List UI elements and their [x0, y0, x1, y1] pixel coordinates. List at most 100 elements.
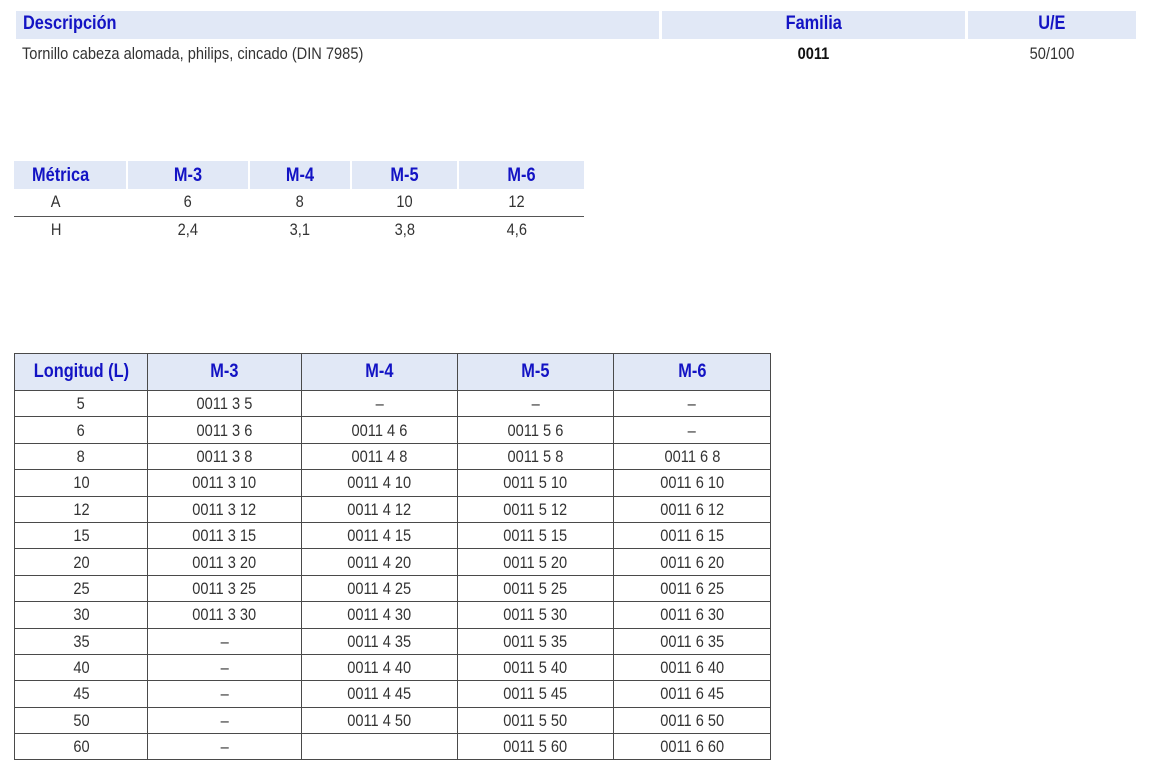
- length-value: 30: [72, 605, 90, 625]
- length-value-cell: 6: [14, 416, 148, 444]
- part-code: 0011 6 10: [660, 473, 724, 493]
- value-ue: 50/100: [1029, 44, 1075, 63]
- part-code-cell: 0011 5 15: [457, 521, 614, 550]
- length-value-cell: 5: [14, 389, 148, 418]
- part-code-cell: 0011 5 30: [457, 601, 614, 629]
- part-code: 0011 4 50: [347, 710, 412, 730]
- part-code-cell: 0011 6 15: [613, 521, 771, 550]
- part-code-cell: 0011 6 20: [613, 548, 771, 576]
- part-code: 0011 5 6: [507, 420, 564, 440]
- lengths-table: Longitud (L) M-3 M-4 M-5 M-6 5 0011 3 5 – –…: [14, 353, 771, 761]
- part-code-cell: –: [147, 706, 302, 735]
- metrics-cell: 4,6: [506, 220, 527, 239]
- part-code-cell: 0011 4 8: [301, 442, 458, 471]
- part-code: 0011 3 25: [192, 578, 257, 598]
- part-code-cell: 0011 4 20: [301, 548, 458, 576]
- part-code: –: [531, 394, 540, 414]
- metrics-cell: 8: [295, 192, 305, 211]
- metrics-header-m6: M-6: [507, 165, 536, 186]
- lengths-header-label: M-6: [677, 361, 707, 382]
- length-value: 12: [72, 499, 90, 519]
- part-code-cell: 0011 6 45: [613, 680, 771, 708]
- length-value-cell: 20: [14, 548, 148, 576]
- table-row: 12 0011 3 12 0011 4 12 0011 5 12 0011 6 12: [14, 495, 771, 523]
- part-code-cell: 0011 5 45: [457, 680, 614, 708]
- part-code-cell: 0011 5 10: [457, 469, 614, 497]
- part-code: –: [220, 684, 229, 704]
- part-code-cell: 0011 6 35: [613, 627, 771, 655]
- part-code: 0011 6 8: [664, 446, 720, 466]
- part-code: 0011 5 30: [503, 605, 568, 625]
- lengths-header-m4: M-4: [301, 353, 458, 391]
- table-row: 6 0011 3 6 0011 4 6 0011 5 6 –: [14, 416, 771, 444]
- part-code-cell: 0011 5 6: [457, 416, 614, 444]
- length-value-cell: 15: [14, 521, 148, 550]
- part-code: –: [220, 737, 229, 757]
- length-value: 40: [72, 658, 90, 678]
- table-row: 10 0011 3 10 0011 4 10 0011 5 10 0011 6 10: [14, 469, 771, 497]
- part-code: 0011 6 12: [660, 499, 724, 519]
- part-code: 0011 5 45: [503, 684, 568, 704]
- length-value: 60: [72, 737, 90, 757]
- part-code-cell: –: [147, 680, 302, 708]
- part-code-cell: 0011 3 8: [147, 442, 302, 471]
- part-code: 0011 5 50: [503, 710, 568, 730]
- part-code-cell: 0011 6 12: [613, 495, 771, 523]
- part-code: 0011 4 20: [347, 552, 412, 572]
- table-row: 45 – 0011 4 45 0011 5 45 0011 6 45: [14, 680, 771, 708]
- metrics-header-cell: M-4: [250, 161, 350, 189]
- length-value-cell: 12: [14, 495, 148, 523]
- lengths-header-m3: M-3: [147, 353, 302, 391]
- part-code-cell: 0011 6 40: [613, 653, 771, 682]
- part-code-cell: 0011 6 50: [613, 706, 771, 735]
- part-code: 0011 4 8: [351, 446, 408, 466]
- part-code: 0011 5 20: [503, 552, 568, 572]
- part-code-cell: –: [147, 653, 302, 682]
- part-code-cell: 0011 5 60: [457, 733, 614, 761]
- table-row: 8 0011 3 8 0011 4 8 0011 5 8 0011 6 8: [14, 442, 771, 471]
- length-value-cell: 8: [14, 442, 148, 471]
- part-code: 0011 6 50: [660, 710, 724, 730]
- lengths-header-row: Longitud (L) M-3 M-4 M-5 M-6: [14, 353, 771, 391]
- length-value-cell: 50: [14, 706, 148, 735]
- part-code: 0011 5 15: [503, 526, 568, 546]
- part-code: 0011 4 12: [347, 499, 412, 519]
- part-code: 0011 6 15: [660, 526, 724, 546]
- part-code: 0011 4 40: [347, 658, 412, 678]
- header-familia: Familia: [785, 13, 842, 34]
- length-value: 6: [76, 420, 86, 440]
- part-code-cell: 0011 4 45: [301, 680, 458, 708]
- length-value: 50: [72, 710, 90, 730]
- metrics-header-metrica: Métrica: [32, 165, 90, 186]
- part-code: 0011 4 35: [347, 631, 412, 651]
- metrics-cell: 2,4: [177, 220, 199, 239]
- part-code: 0011 3 5: [196, 394, 253, 414]
- part-code-cell: –: [613, 416, 771, 444]
- part-code: 0011 3 10: [192, 473, 257, 493]
- length-value-cell: 60: [14, 733, 148, 761]
- part-code-cell: 0011 6 10: [613, 469, 771, 497]
- part-code-cell: 0011 6 60: [613, 733, 771, 761]
- part-code-cell: 0011 4 35: [301, 627, 458, 655]
- length-value-cell: 30: [14, 601, 148, 629]
- table-row: 15 0011 3 15 0011 4 15 0011 5 15 0011 6 15: [14, 521, 771, 550]
- part-code: 0011 6 30: [660, 605, 724, 625]
- part-code-cell: 0011 4 15: [301, 521, 458, 550]
- part-code-cell: 0011 6 30: [613, 601, 771, 629]
- lengths-header-longitud: Longitud (L): [14, 353, 148, 391]
- metrics-header-m5: M-5: [390, 165, 419, 186]
- part-code-cell: 0011 3 6: [147, 416, 302, 444]
- part-code-cell: 0011 5 25: [457, 574, 614, 603]
- part-code-cell: 0011 4 12: [301, 495, 458, 523]
- part-code-cell: 0011 3 5: [147, 389, 302, 418]
- metrics-cell: 3,8: [394, 220, 415, 239]
- metrics-header-cell: M-6: [459, 161, 584, 189]
- part-code: –: [375, 394, 384, 414]
- length-value: 45: [72, 684, 90, 704]
- length-value-cell: 35: [14, 627, 148, 655]
- header-ue: U/E: [1038, 13, 1066, 34]
- metrics-cell: 12: [508, 192, 525, 211]
- length-value-cell: 40: [14, 653, 148, 682]
- part-code: –: [220, 658, 229, 678]
- length-value: 8: [76, 446, 86, 466]
